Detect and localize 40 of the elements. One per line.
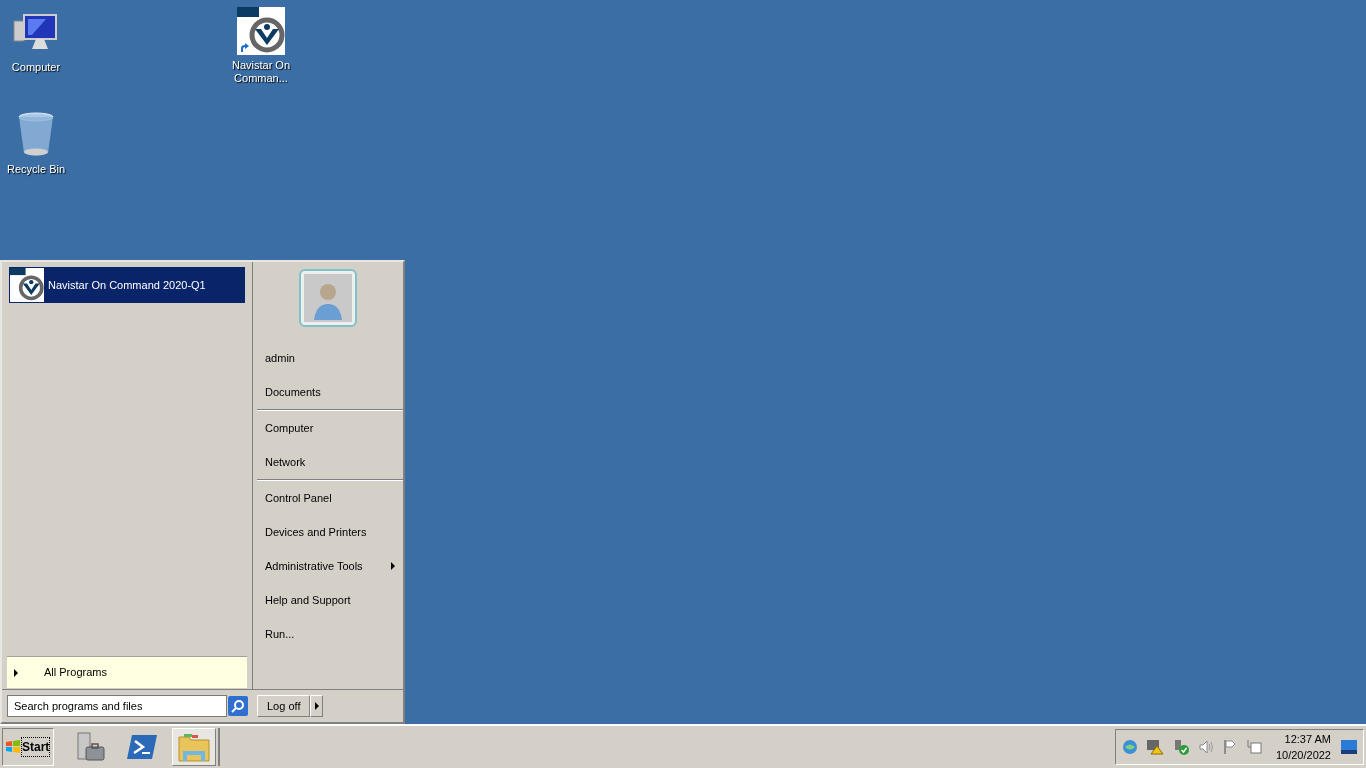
menu-item[interactable]: Control Panel: [257, 481, 403, 515]
desktop-icon-label[interactable]: Recycle Bin: [1, 163, 71, 176]
speaker-icon[interactable]: [1197, 739, 1214, 755]
folder-icon: [177, 731, 211, 763]
clock-date[interactable]: 10/20/2022: [1275, 747, 1331, 763]
clock-time[interactable]: 12:37 AM: [1284, 731, 1331, 747]
desktop-icon-label[interactable]: Computer: [1, 61, 71, 74]
menu-item[interactable]: Run...: [257, 617, 403, 651]
search-field[interactable]: Search programs and files: [7, 695, 227, 717]
menu-item[interactable]: Devices and Printers: [257, 515, 403, 549]
user-silhouette-icon: [304, 274, 352, 322]
menu-item[interactable]: Administrative Tools: [257, 549, 403, 583]
program-item[interactable]: Navistar On Command 2020-Q1: [9, 267, 245, 303]
menu-item[interactable]: admin: [253, 341, 403, 375]
shutdown-options-button[interactable]: [310, 695, 324, 717]
server-toolbox-icon: [74, 731, 106, 763]
windows-logo-icon: [6, 740, 20, 754]
menu-item[interactable]: Documents: [253, 375, 403, 409]
start-button[interactable]: Start: [2, 728, 54, 766]
warning-monitor-icon[interactable]: [1145, 739, 1164, 755]
search-icon: [231, 699, 245, 713]
arrow-icon: [14, 668, 18, 677]
network-icon[interactable]: [1245, 739, 1262, 755]
menu-item[interactable]: Network: [257, 445, 403, 479]
menu-item[interactable]: Computer: [257, 411, 403, 445]
powershell-icon: [126, 733, 158, 761]
flag-icon[interactable]: [1221, 739, 1238, 755]
all-programs-item[interactable]: All Programs: [7, 656, 247, 688]
logo-icon: [237, 7, 285, 55]
program-logo-icon: [10, 268, 44, 302]
log-off-button[interactable]: Log off: [257, 695, 311, 717]
show-desktop-icon[interactable]: [1341, 740, 1357, 754]
globe-icon[interactable]: [1121, 739, 1138, 755]
taskbar-button[interactable]: [172, 728, 216, 766]
search-button[interactable]: [228, 696, 248, 716]
submenu-arrow-icon: [391, 562, 395, 570]
desktop-icon-label[interactable]: Navistar On Comman...: [226, 59, 296, 85]
user-avatar[interactable]: [299, 269, 357, 327]
menu-item[interactable]: Help and Support: [257, 583, 403, 617]
arrow-icon: [314, 702, 319, 710]
